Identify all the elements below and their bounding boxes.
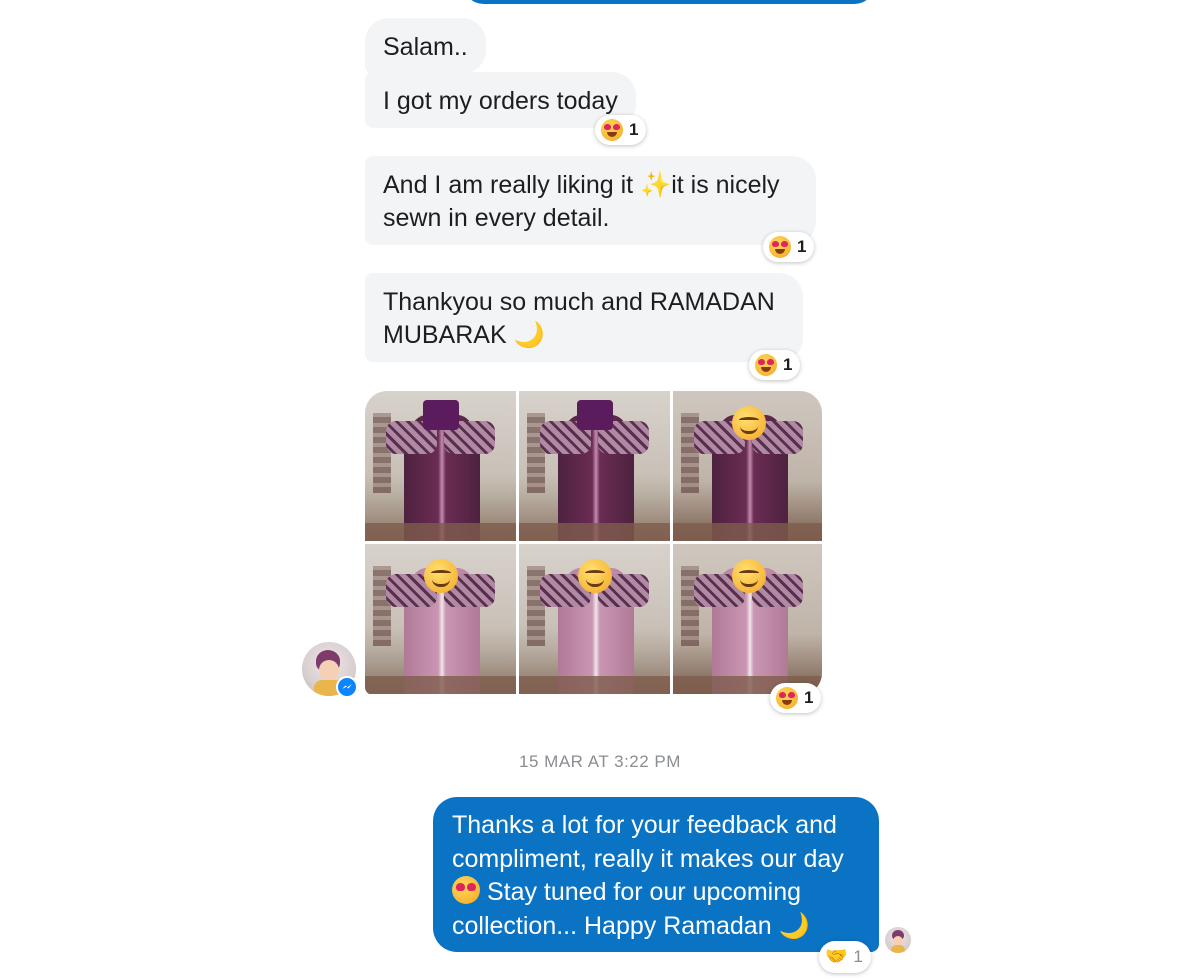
heart-eyes-emoji-icon bbox=[769, 236, 791, 258]
incoming-message-4[interactable]: Thankyou so much and RAMADAN MUBARAK 🌙 bbox=[365, 273, 803, 362]
face-blur-icon bbox=[576, 400, 613, 430]
incoming-message-1[interactable]: Salam.. bbox=[365, 18, 486, 74]
smiling-face-emoji-icon bbox=[423, 559, 458, 593]
outgoing-message[interactable]: Thanks a lot for your feedback and compl… bbox=[433, 797, 879, 952]
message-text: I got my orders today bbox=[383, 87, 618, 115]
sparkles-icon: ✨ bbox=[640, 171, 672, 199]
crescent-moon-icon: 🌙 bbox=[513, 321, 545, 349]
photo-reaction[interactable]: 1 bbox=[770, 683, 822, 713]
photo-thumbnail[interactable] bbox=[519, 391, 670, 541]
message-text: Salam.. bbox=[383, 33, 468, 61]
message-reaction[interactable]: 1 bbox=[595, 115, 647, 145]
reaction-count: 1 bbox=[783, 355, 793, 374]
heart-eyes-emoji-icon bbox=[601, 119, 623, 141]
read-receipt-avatar bbox=[885, 927, 911, 953]
reaction-count: 1 bbox=[804, 688, 814, 707]
photo-thumbnail[interactable] bbox=[519, 544, 670, 694]
heart-eyes-emoji-icon bbox=[755, 354, 777, 376]
reaction-count: 1 bbox=[629, 120, 639, 139]
photo-thumbnail[interactable] bbox=[365, 391, 516, 541]
reaction-count: 1 bbox=[853, 947, 863, 966]
message-text: And I am really liking it bbox=[383, 171, 641, 199]
heart-eyes-emoji-icon bbox=[776, 687, 798, 709]
message-timestamp: 15 MAR AT 3:22 PM bbox=[519, 752, 681, 771]
message-reaction[interactable]: 1 bbox=[763, 232, 815, 262]
incoming-message-3[interactable]: And I am really liking it ✨it is nicely … bbox=[365, 156, 816, 245]
smiling-face-emoji-icon bbox=[577, 559, 612, 593]
outgoing-message-reaction[interactable]: 🤝 1 bbox=[819, 941, 871, 973]
heart-eyes-emoji-icon bbox=[452, 876, 480, 904]
photo-thumbnail[interactable] bbox=[365, 544, 516, 694]
smiling-face-emoji-icon bbox=[731, 406, 766, 440]
reaction-count: 1 bbox=[797, 237, 807, 256]
crescent-moon-icon: 🌙 bbox=[778, 911, 810, 940]
handshake-emoji-icon: 🤝 bbox=[825, 946, 848, 967]
smiling-face-emoji-icon bbox=[731, 559, 766, 593]
incoming-message-2[interactable]: I got my orders today bbox=[365, 72, 636, 128]
previous-message-bubble[interactable] bbox=[462, 0, 876, 4]
message-text: Stay tuned for our upcoming collection..… bbox=[452, 878, 802, 940]
messenger-icon bbox=[336, 676, 358, 698]
photo-thumbnail[interactable] bbox=[673, 544, 822, 694]
message-text: Thankyou so much and RAMADAN MUBARAK bbox=[383, 288, 775, 349]
message-reaction[interactable]: 1 bbox=[749, 350, 801, 380]
message-text: Thanks a lot for your feedback and compl… bbox=[452, 811, 844, 873]
photo-attachment-grid bbox=[365, 391, 822, 695]
photo-thumbnail[interactable] bbox=[673, 391, 822, 541]
face-blur-icon bbox=[422, 400, 459, 430]
